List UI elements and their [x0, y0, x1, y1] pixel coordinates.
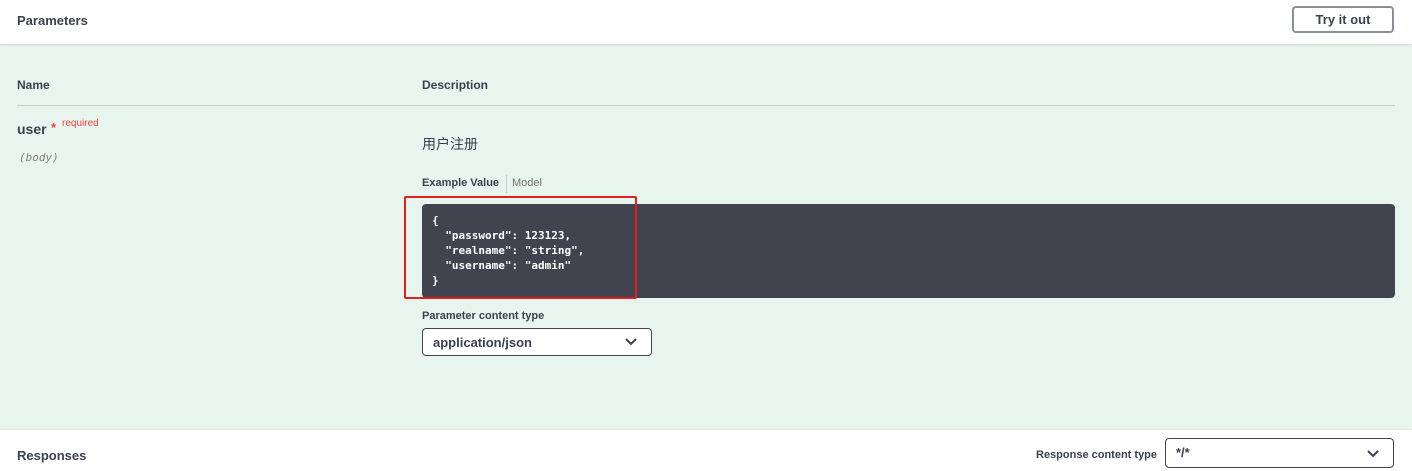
response-content-type-value: */* [1176, 445, 1190, 460]
chevron-down-icon [625, 338, 637, 346]
parameter-description: 用户注册 [422, 136, 478, 152]
response-content-type-select[interactable]: */* [1165, 438, 1394, 468]
parameter-location: (body) [19, 151, 59, 164]
parameter-content-type-select[interactable]: application/json [422, 328, 652, 356]
parameters-title: Parameters [17, 13, 88, 28]
tab-model[interactable]: Model [512, 177, 542, 189]
responses-title: Responses [17, 448, 87, 463]
chevron-down-icon [1367, 450, 1379, 458]
header-divider [17, 105, 1395, 106]
required-label: required [62, 118, 99, 129]
column-header-name: Name [17, 78, 50, 92]
response-content-type-label: Response content type [1036, 449, 1158, 461]
tab-divider [506, 175, 507, 193]
try-it-out-button[interactable]: Try it out [1292, 6, 1394, 33]
parameters-header: Parameters Try it out [0, 0, 1412, 44]
tab-example-value[interactable]: Example Value [422, 177, 499, 189]
parameter-content-type-label: Parameter content type [422, 310, 545, 322]
column-header-description: Description [422, 78, 489, 92]
required-star: * [51, 120, 57, 135]
parameter-content-type-value: application/json [433, 335, 532, 350]
highlight-box [404, 196, 637, 299]
parameter-name: user [17, 121, 47, 137]
responses-header: Responses Response content type */* [0, 430, 1412, 471]
